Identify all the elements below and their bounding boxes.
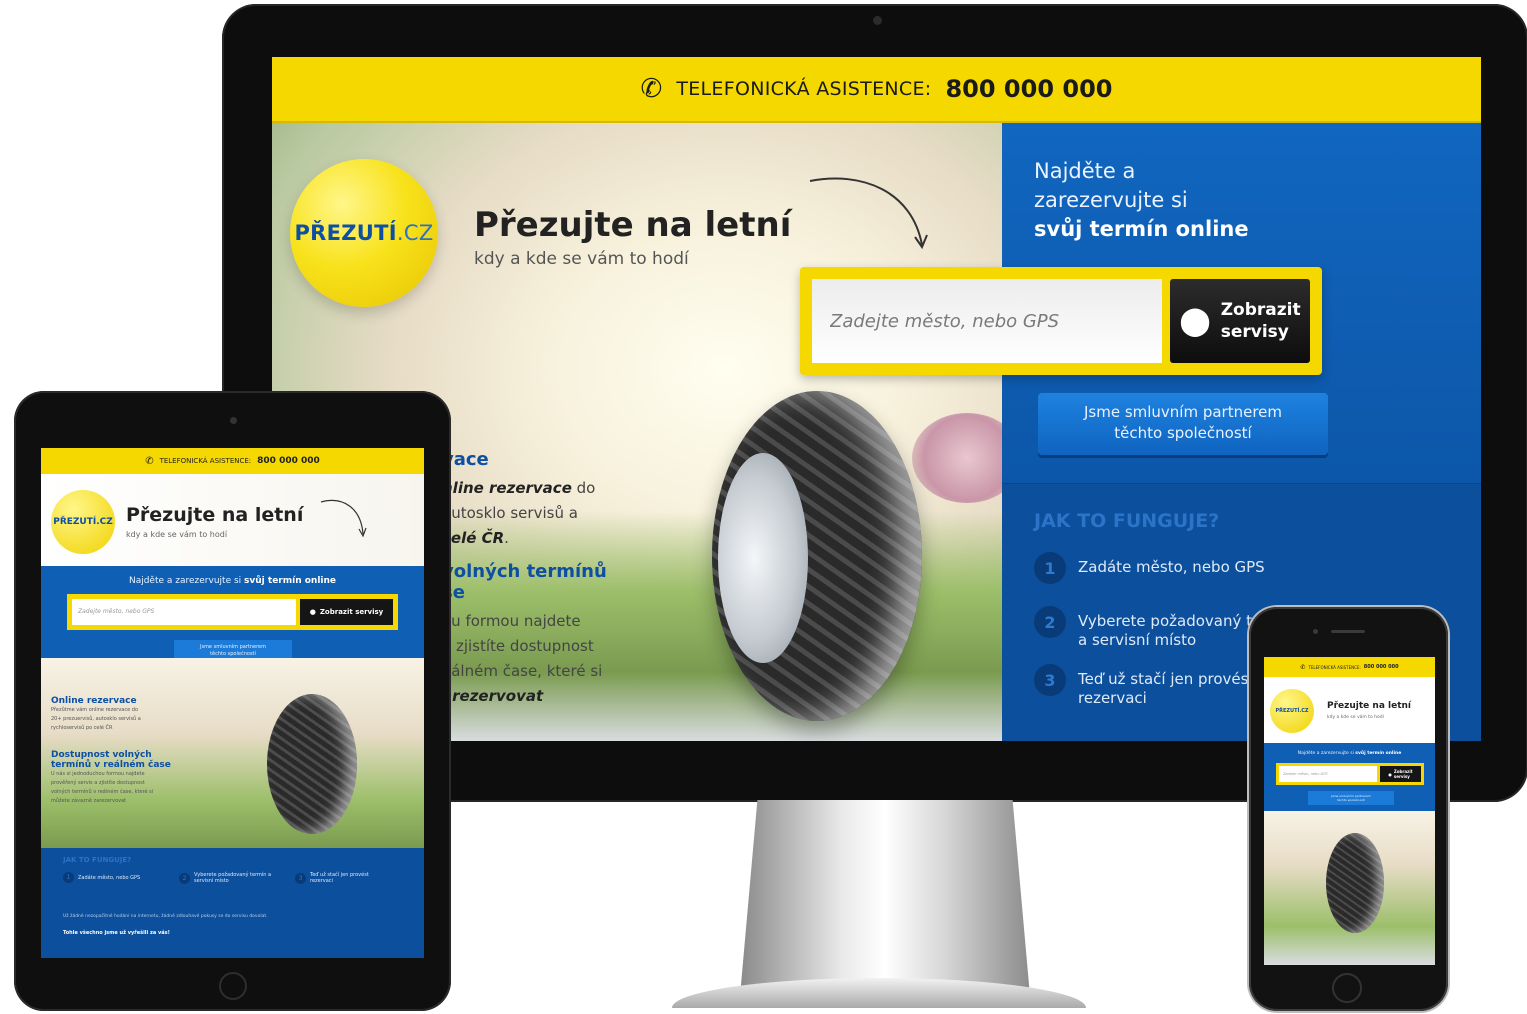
step-number-badge: 3 (1034, 664, 1066, 696)
tablet-screen: ✆ TELEFONICKÁ ASISTENCE: 800 000 000 PŘE… (41, 448, 424, 958)
feature-text: Přezůtme vám online rezervace do 20+ prez… (51, 707, 141, 731)
phone-hero: PŘEZUTÍ.CZ Přezujte na letní kdy a kde s… (1264, 677, 1435, 743)
feature-title: Dostupnost volných termínů v reálném čase (51, 750, 171, 770)
tablet-home-button (219, 972, 247, 1000)
step-number-badge: 1 (63, 872, 74, 883)
show-services-button[interactable]: ● Zobrazit servisy (1380, 766, 1421, 782)
step-number-badge: 1 (1034, 552, 1066, 584)
search-box: Zadejte město, nebo GPS ● Zobrazit servisy (1276, 763, 1424, 785)
site-logo[interactable]: PŘEZUTÍ.CZ (1270, 689, 1314, 733)
tablet-assistance-bar: ✆ TELEFONICKÁ ASISTENCE: 800 000 000 (41, 448, 424, 474)
tablet-booking-panel: Najděte a zarezervujte si svůj termín on… (41, 566, 424, 662)
tablet-hero-photo: Online rezervace Přezůtme vám online rez… (41, 658, 424, 848)
assistance-label: TELEFONICKÁ ASISTENCE: (676, 78, 932, 100)
feature-title-availability: volných termínů se (442, 561, 607, 603)
site-logo[interactable]: PŘEZUTÍ.CZ (51, 490, 115, 554)
search-box: ⬤ Zobrazitservisy (800, 267, 1322, 375)
hero-subtitle: kdy a kde se vám to hodí (474, 249, 689, 269)
show-services-button[interactable]: ● Zobrazit servisy (300, 599, 393, 625)
phone-icon: ✆ (1300, 663, 1306, 671)
location-search-input[interactable]: Zadejte město, nebo GPS (1279, 766, 1377, 782)
step-text: Teď už stačí jen provést rezervaci (310, 872, 369, 884)
phone-home-button (1332, 973, 1362, 1003)
feature-availability: Dostupnost volných termínů v reálném čase… (51, 750, 191, 806)
booking-headline: Najděte a zarezervujte si svůj termín on… (128, 576, 337, 586)
tire-image (1326, 833, 1384, 933)
how-footer-text: Už žádné nezopačitné hodání na internetu… (63, 914, 268, 919)
assistance-label: TELEFONICKÁ ASISTENCE: (159, 457, 252, 465)
how-it-works-title: JAK TO FUNGUJE? (1034, 510, 1220, 532)
step-text: Zadáte město, nebo GPS (1078, 558, 1265, 576)
partner-companies-button[interactable]: Jsme smluvním partnerem těchto společnost… (1308, 791, 1394, 805)
how-step-2: 2 Vyberete požadovaný termín a servisní m… (179, 872, 274, 884)
hero-subtitle: kdy a kde se vám to hodí (126, 530, 228, 539)
monitor-camera (873, 16, 882, 25)
booking-headline: Najděte a zarezervujte si svůj termín on… (1034, 159, 1249, 241)
monitor-stand (740, 800, 1030, 996)
step-number-badge: 2 (1034, 606, 1066, 638)
assistance-phone-link[interactable]: 800 000 000 (257, 456, 320, 466)
curved-arrow-icon (809, 177, 928, 250)
how-it-works-title: JAK TO FUNGUJE? (63, 856, 132, 864)
feature-text-availability: ou formou najdete a zjistíte dostupnost … (442, 612, 603, 705)
phone-assistance-bar: ✆ TELEFONICKÁ ASISTENCE: 800 000 000 (1264, 657, 1435, 677)
how-step-1: 1 Zadáte město, nebo GPS (1034, 552, 1474, 584)
assistance-label: TELEFONICKÁ ASISTENCE: (1308, 664, 1361, 670)
feature-text: U nás si jednoduchou formou najdete prově… (51, 771, 154, 804)
phone-camera (1313, 629, 1318, 634)
booking-headline: Najděte a zarezervujte si svůj termín on… (1297, 751, 1402, 756)
assistance-bar: ✆ TELEFONICKÁ ASISTENCE: 800 000 000 (272, 57, 1481, 123)
location-search-input[interactable] (812, 279, 1162, 363)
assistance-phone-link[interactable]: 800 000 000 (945, 75, 1112, 103)
step-number-badge: 2 (179, 872, 190, 884)
assistance-phone-link[interactable]: 800 000 000 (1364, 664, 1399, 670)
curved-arrow-icon (320, 500, 367, 538)
step-text: Vyberete požadovaný te a servisní místo (1078, 612, 1262, 649)
hero-subtitle: kdy a kde se vám to hodí (1327, 715, 1384, 720)
step-number-badge: 3 (295, 872, 306, 884)
tablet-hero: PŘEZUTÍ.CZ Přezujte na letní kdy a kde s… (41, 474, 424, 566)
step-text: Zadáte město, nebo GPS (78, 874, 141, 881)
phone-speaker (1331, 630, 1365, 633)
partner-companies-button[interactable]: Jsme smluvním partnerem těchto společnost… (1038, 393, 1328, 455)
site-logo[interactable]: PŘEZUTÍ.CZ (290, 159, 438, 307)
logo-text: PŘEZUTÍ.CZ (294, 221, 434, 245)
feature-list: vace nline rezervace do autosklo servisů… (442, 449, 802, 719)
tire-image (267, 694, 357, 834)
tablet-camera (230, 417, 237, 424)
map-pin-icon: ● (1388, 771, 1392, 777)
show-services-label: Zobrazit servisy (1220, 300, 1301, 342)
feature-title-online-reservation: vace (442, 449, 489, 470)
phone-screen: ✆ TELEFONICKÁ ASISTENCE: 800 000 000 PŘE… (1264, 657, 1435, 965)
feature-online-reservation: Online rezervace Přezůtme vám online rez… (51, 696, 191, 733)
step-text: Teď už stačí jen provést rezervaci (1078, 670, 1255, 707)
hero-title: Přezujte na letní (474, 205, 792, 245)
phone-icon: ✆ (145, 455, 154, 467)
how-footer-strong: Tohle všechno jsme už vyřešili za vás! (63, 930, 170, 936)
feature-text-online-reservation: nline rezervace do autosklo servisů a ce… (442, 479, 596, 547)
map-pin-icon: ⬤ (1179, 304, 1211, 337)
phone-icon: ✆ (640, 74, 663, 104)
show-services-button[interactable]: ⬤ Zobrazit servisy (1170, 279, 1310, 363)
step-text: Vyberete požadovaný termín a servisní mí… (194, 872, 272, 884)
how-it-works-section: JAK TO FUNGUJE? 1 Zadáte město, nebo GPS … (41, 848, 424, 958)
hero-title: Přezujte na letní (126, 504, 304, 526)
location-search-input[interactable]: Zadejte město, nebo GPS (72, 599, 296, 625)
hero-title: Přezujte na letní (1327, 701, 1412, 711)
map-pin-icon: ● (309, 608, 316, 616)
feature-title: Online rezervace (51, 696, 137, 706)
how-step-1: 1 Zadáte město, nebo GPS (63, 872, 158, 883)
search-box: Zadejte město, nebo GPS ● Zobrazit servis… (67, 594, 398, 630)
how-step-3: 3 Teď už stačí jen provést rezervaci (295, 872, 390, 884)
phone-booking-panel: Najděte a zarezervujte si svůj termín on… (1264, 743, 1435, 811)
phone-hero-photo (1264, 811, 1435, 965)
